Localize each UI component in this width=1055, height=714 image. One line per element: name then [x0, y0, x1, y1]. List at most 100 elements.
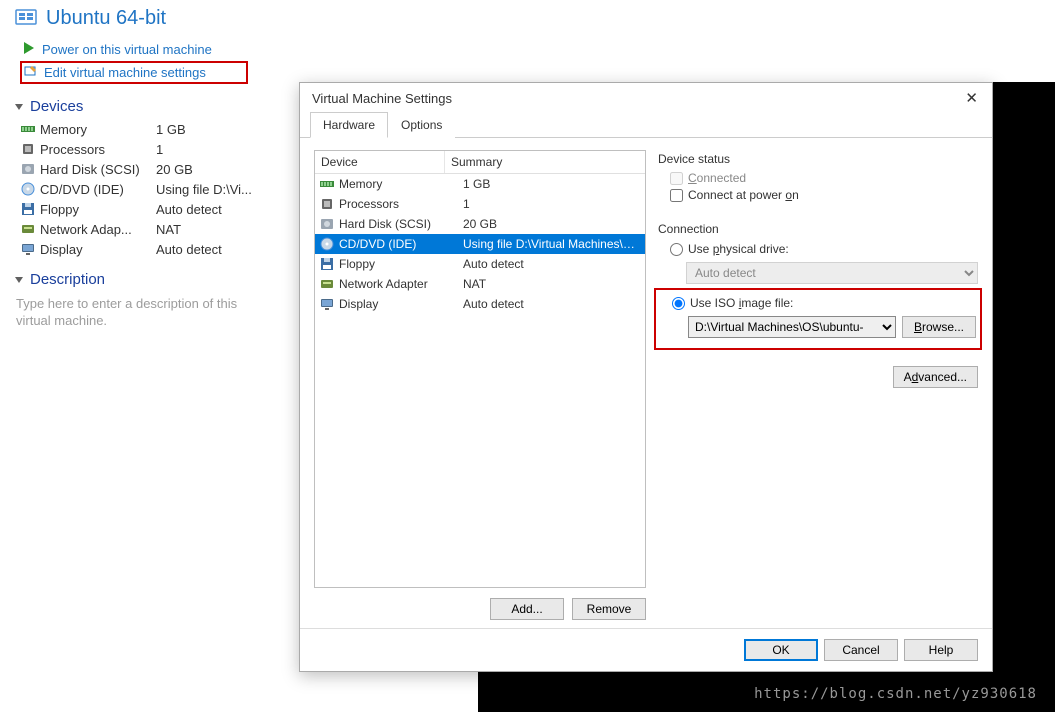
cancel-button[interactable]: Cancel: [824, 639, 898, 661]
device-summary: Auto detect: [156, 202, 222, 217]
connect-poweron-checkbox[interactable]: Connect at power on: [658, 187, 978, 204]
hardware-item-name: Floppy: [339, 257, 463, 271]
tab-hardware[interactable]: Hardware: [310, 112, 388, 138]
description-section-title: Description: [0, 263, 270, 292]
connected-input: [670, 172, 683, 185]
vm-summary-panel: Ubuntu 64-bit Power on this virtual mach…: [0, 0, 270, 714]
hardware-item-name: Network Adapter: [339, 277, 463, 291]
play-icon: [22, 41, 36, 58]
display-icon: [20, 241, 36, 257]
floppy-icon: [20, 201, 36, 217]
advanced-button[interactable]: Advanced...: [893, 366, 978, 388]
hardware-item[interactable]: Display Auto detect: [315, 294, 645, 314]
edit-settings-link[interactable]: Edit virtual machine settings: [20, 61, 248, 84]
hardware-item[interactable]: Floppy Auto detect: [315, 254, 645, 274]
connection-title: Connection: [658, 220, 978, 240]
col-summary[interactable]: Summary: [445, 151, 645, 173]
cd-icon: [20, 181, 36, 197]
help-button[interactable]: Help: [904, 639, 978, 661]
dialog-title: Virtual Machine Settings: [312, 91, 452, 106]
device-name: Memory: [40, 122, 152, 137]
hardware-item-summary: 20 GB: [463, 217, 641, 231]
col-device[interactable]: Device: [315, 151, 445, 173]
device-row[interactable]: Network Adap... NAT: [12, 219, 270, 239]
vm-title: Ubuntu 64-bit: [46, 7, 166, 30]
dialog-titlebar: Virtual Machine Settings ✕: [300, 83, 992, 111]
watermark-text: https://blog.csdn.net/yz930618: [754, 686, 1037, 702]
physical-drive-select: Auto detect: [686, 262, 978, 284]
hardware-item-name: CD/DVD (IDE): [339, 237, 463, 251]
hardware-item-name: Hard Disk (SCSI): [339, 217, 463, 231]
hardware-item-name: Display: [339, 297, 463, 311]
hardware-item-name: Memory: [339, 177, 463, 191]
device-list: Memory 1 GB Processors 1 Hard Disk (SCSI…: [0, 119, 270, 263]
device-name: Network Adap...: [40, 222, 152, 237]
device-row[interactable]: Hard Disk (SCSI) 20 GB: [12, 159, 270, 179]
device-name: Processors: [40, 142, 152, 157]
hardware-item[interactable]: Processors 1: [315, 194, 645, 214]
close-icon[interactable]: ✕: [961, 89, 982, 107]
dialog-footer: OK Cancel Help: [300, 628, 992, 671]
device-name: Display: [40, 242, 152, 257]
use-iso-radio[interactable]: Use ISO image file:: [660, 294, 976, 312]
device-row[interactable]: Display Auto detect: [12, 239, 270, 259]
net-icon: [20, 221, 36, 237]
cd-icon: [319, 236, 335, 252]
hdd-icon: [319, 216, 335, 232]
hardware-item-summary: NAT: [463, 277, 641, 291]
vm-header: Ubuntu 64-bit: [0, 0, 270, 36]
memory-icon: [20, 121, 36, 137]
tab-options[interactable]: Options: [388, 112, 455, 138]
edit-settings-label: Edit virtual machine settings: [44, 65, 206, 80]
hardware-item-summary: Auto detect: [463, 257, 641, 271]
hardware-item[interactable]: Network Adapter NAT: [315, 274, 645, 294]
floppy-icon: [319, 256, 335, 272]
device-row[interactable]: CD/DVD (IDE) Using file D:\Vi...: [12, 179, 270, 199]
use-physical-input[interactable]: [670, 243, 683, 256]
cpu-icon: [20, 141, 36, 157]
description-placeholder[interactable]: Type here to enter a description of this…: [0, 292, 270, 330]
add-button[interactable]: Add...: [490, 598, 564, 620]
device-summary: 20 GB: [156, 162, 193, 177]
hardware-item-summary: Auto detect: [463, 297, 641, 311]
hardware-item[interactable]: Hard Disk (SCSI) 20 GB: [315, 214, 645, 234]
memory-icon: [319, 176, 335, 192]
iso-highlight-box: Use ISO image file: D:\Virtual Machines\…: [654, 288, 982, 350]
power-on-label: Power on this virtual machine: [42, 42, 212, 57]
device-summary: 1 GB: [156, 122, 186, 137]
device-summary: Auto detect: [156, 242, 222, 257]
use-iso-input[interactable]: [672, 297, 685, 310]
device-status-title: Device status: [658, 150, 978, 170]
vm-icon: [14, 6, 38, 30]
connect-poweron-label: Connect at power on: [688, 188, 799, 202]
use-iso-label: Use ISO image file:: [690, 296, 793, 310]
hardware-list: Device Summary Memory 1 GB Processors 1 …: [314, 150, 646, 588]
device-row[interactable]: Memory 1 GB: [12, 119, 270, 139]
tabstrip: Hardware Options: [300, 111, 992, 138]
remove-button[interactable]: Remove: [572, 598, 646, 620]
hardware-item[interactable]: CD/DVD (IDE) Using file D:\Virtual Machi…: [315, 234, 645, 254]
edit-icon: [24, 64, 38, 81]
device-row[interactable]: Processors 1: [12, 139, 270, 159]
hardware-item-summary: Using file D:\Virtual Machines\OS\...: [463, 237, 641, 251]
device-summary: Using file D:\Vi...: [156, 182, 252, 197]
hardware-item-summary: 1: [463, 197, 641, 211]
connected-checkbox: Connected: [658, 170, 978, 187]
use-physical-label: Use physical drive:: [688, 242, 789, 256]
device-summary: NAT: [156, 222, 181, 237]
hardware-item-summary: 1 GB: [463, 177, 641, 191]
device-summary: 1: [156, 142, 163, 157]
net-icon: [319, 276, 335, 292]
power-on-link[interactable]: Power on this virtual machine: [22, 40, 248, 59]
hardware-item-name: Processors: [339, 197, 463, 211]
device-name: Hard Disk (SCSI): [40, 162, 152, 177]
hardware-item[interactable]: Memory 1 GB: [315, 174, 645, 194]
device-settings-panel: Device status Connected Connect at power…: [658, 150, 978, 620]
iso-path-select[interactable]: D:\Virtual Machines\OS\ubuntu-: [688, 316, 896, 338]
connect-poweron-input[interactable]: [670, 189, 683, 202]
browse-button[interactable]: Browse...: [902, 316, 976, 338]
use-physical-radio[interactable]: Use physical drive:: [658, 240, 978, 258]
cpu-icon: [319, 196, 335, 212]
device-row[interactable]: Floppy Auto detect: [12, 199, 270, 219]
ok-button[interactable]: OK: [744, 639, 818, 661]
